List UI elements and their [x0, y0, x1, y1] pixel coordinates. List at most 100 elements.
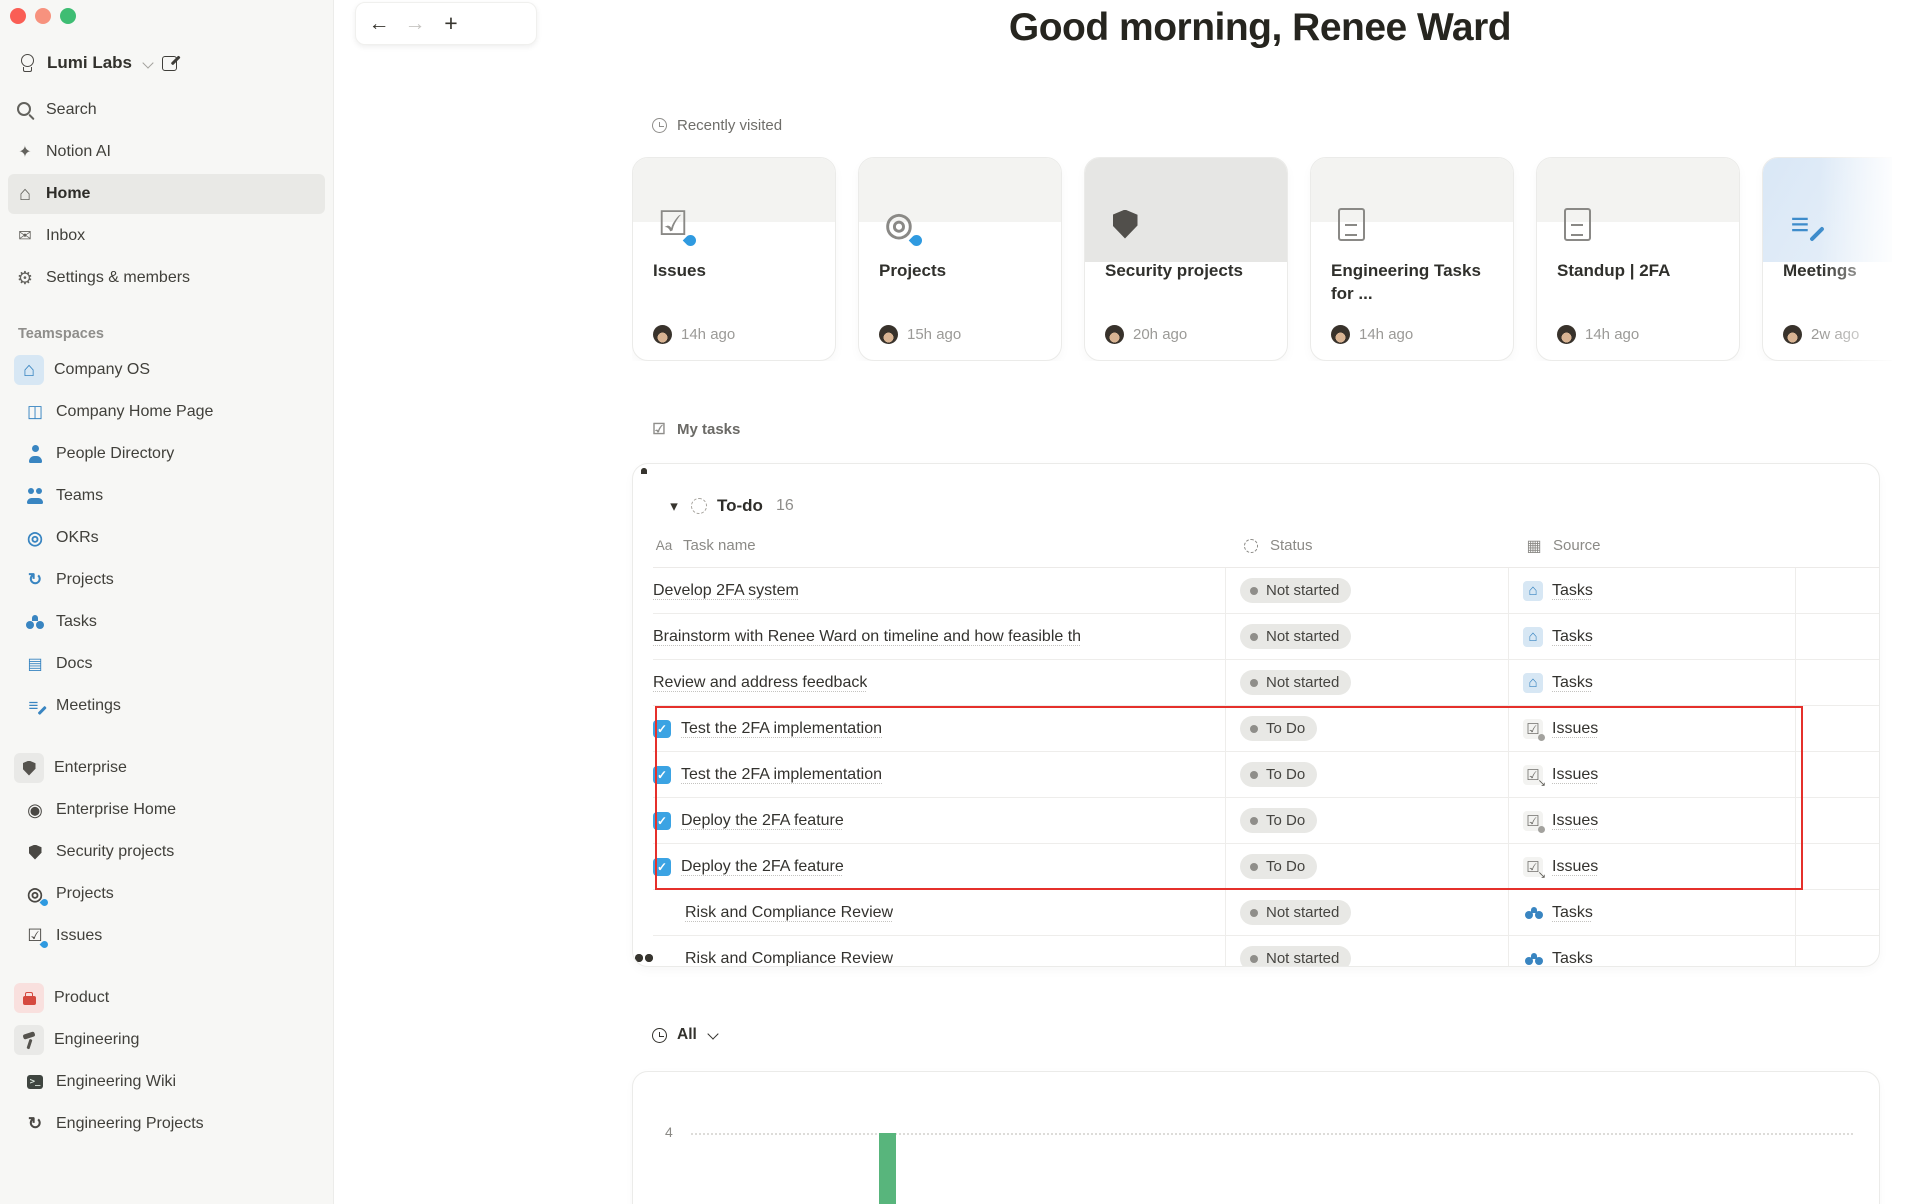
close-window-button[interactable]: [10, 8, 26, 24]
task-name-link[interactable]: Deploy the 2FA feature: [681, 858, 844, 876]
task-row[interactable]: Develop 2FA system Not started Tasks: [653, 568, 1879, 614]
plus-icon[interactable]: [440, 13, 462, 35]
book-icon: [24, 401, 46, 423]
todo-group-header[interactable]: To-do 16: [667, 488, 1879, 524]
recent-page-card[interactable]: Meetings 2w ago: [1762, 157, 1892, 361]
task-row[interactable]: Test the 2FA implementation To Do Issues: [653, 752, 1879, 798]
recent-page-card[interactable]: Security projects 20h ago: [1084, 157, 1288, 361]
my-tasks-widget: To-do 16 Task name Status Source: [632, 463, 1880, 967]
back-arrow-icon[interactable]: [368, 13, 390, 35]
source-link[interactable]: Tasks: [1523, 903, 1593, 923]
forward-arrow-icon[interactable]: [404, 13, 426, 35]
source-link[interactable]: Issues: [1523, 718, 1598, 741]
status-badge[interactable]: Not started: [1240, 946, 1352, 966]
task-row[interactable]: Review and address feedback Not started …: [653, 660, 1879, 706]
checked-checkbox-icon[interactable]: [653, 857, 671, 876]
source-link[interactable]: Issues: [1523, 764, 1598, 789]
task-row[interactable]: Deploy the 2FA feature To Do Issues: [653, 798, 1879, 844]
status-badge[interactable]: To Do: [1240, 716, 1318, 741]
source-link[interactable]: Tasks: [1523, 949, 1593, 967]
task-name-link[interactable]: Risk and Compliance Review: [685, 950, 893, 967]
sidebar-teamspace-item[interactable]: Engineering Wiki: [8, 1062, 325, 1102]
table-icon: [1523, 535, 1545, 557]
teamspaces-heading: Teamspaces: [18, 326, 104, 342]
checkbox-dot-icon: [1523, 718, 1545, 741]
task-name-link[interactable]: Test the 2FA implementation: [681, 720, 882, 738]
chart-filter[interactable]: All: [650, 1026, 720, 1044]
source-link[interactable]: Issues: [1523, 856, 1598, 881]
status-badge[interactable]: Not started: [1240, 670, 1352, 695]
status-badge[interactable]: Not started: [1240, 900, 1352, 925]
status-badge[interactable]: To Do: [1240, 762, 1318, 787]
sidebar-teamspace-item[interactable]: Projects: [8, 560, 325, 600]
home-icon: [18, 359, 40, 381]
source-link[interactable]: Tasks: [1523, 626, 1593, 647]
source-link[interactable]: Tasks: [1523, 672, 1593, 693]
checked-checkbox-icon[interactable]: [653, 811, 671, 830]
sidebar-teamspace-item[interactable]: Company Home Page: [8, 392, 325, 432]
workspace-switcher[interactable]: Lumi Labs: [10, 46, 323, 80]
recent-page-card[interactable]: Issues 14h ago: [632, 157, 836, 361]
sidebar-teamspace-item[interactable]: Engineering Projects: [8, 1104, 325, 1144]
sidebar-teamspace-item[interactable]: Issues: [8, 916, 325, 956]
sidebar-teamspace-item[interactable]: Teams: [8, 476, 325, 516]
task-name-link[interactable]: Brainstorm with Renee Ward on timeline a…: [653, 628, 1081, 646]
sidebar-menu-item[interactable]: Settings & members: [8, 258, 325, 298]
sidebar-menu-item[interactable]: Search: [8, 90, 325, 130]
task-name-link[interactable]: Review and address feedback: [653, 674, 867, 692]
status-badge[interactable]: Not started: [1240, 578, 1352, 603]
column-source[interactable]: Source: [1509, 524, 1796, 567]
sidebar-teamspace-item[interactable]: Enterprise: [8, 748, 325, 788]
sidebar-teamspace-item[interactable]: Company OS: [8, 350, 325, 390]
binoculars-icon: [653, 902, 675, 924]
sidebar-teamspace-item[interactable]: Enterprise Home: [8, 790, 325, 830]
status-badge[interactable]: Not started: [1240, 624, 1352, 649]
status-badge[interactable]: To Do: [1240, 854, 1318, 879]
sidebar-menu-item[interactable]: Notion AI: [8, 132, 325, 172]
main-content: Good morning, Renee Ward Recently visite…: [334, 0, 1920, 1204]
source-link[interactable]: Tasks: [1523, 580, 1593, 601]
collapse-triangle-icon[interactable]: [667, 499, 681, 513]
compose-icon[interactable]: [158, 52, 180, 74]
text-type-icon: [653, 535, 675, 557]
task-row[interactable]: Risk and Compliance Review Not started T…: [653, 936, 1879, 967]
sidebar-teamspace-item[interactable]: Engineering: [8, 1020, 325, 1060]
sidebar-teamspace-item[interactable]: Docs: [8, 644, 325, 684]
checked-checkbox-icon[interactable]: [653, 719, 671, 738]
task-row[interactable]: Deploy the 2FA feature To Do Issues: [653, 844, 1879, 890]
zoom-window-button[interactable]: [60, 8, 76, 24]
column-status[interactable]: Status: [1226, 524, 1509, 567]
sidebar-menu-item[interactable]: Inbox: [8, 216, 325, 256]
task-row[interactable]: Risk and Compliance Review Not started T…: [653, 890, 1879, 936]
sidebar-teamspace-item[interactable]: OKRs: [8, 518, 325, 558]
source-link[interactable]: Issues: [1523, 810, 1598, 833]
task-row[interactable]: Brainstorm with Renee Ward on timeline a…: [653, 614, 1879, 660]
shield-icon: [18, 757, 40, 779]
sidebar-teamspace-item[interactable]: Product: [8, 978, 325, 1018]
sidebar-teamspace-item[interactable]: Tasks: [8, 602, 325, 642]
lightbulb-icon: [16, 52, 38, 74]
task-name-link[interactable]: Deploy the 2FA feature: [681, 812, 844, 830]
sparkles-icon: [14, 141, 36, 163]
task-name-link[interactable]: Test the 2FA implementation: [681, 766, 882, 784]
workspace-name: Lumi Labs: [47, 53, 133, 72]
recent-page-card[interactable]: Projects 15h ago: [858, 157, 1062, 361]
sidebar-teamspace-item[interactable]: Security projects: [8, 832, 325, 872]
column-task-name[interactable]: Task name: [653, 524, 1226, 567]
sidebar-menu-item[interactable]: Home: [8, 174, 325, 214]
recent-page-card[interactable]: Standup | 2FA 14h ago: [1536, 157, 1740, 361]
task-name-link[interactable]: Risk and Compliance Review: [685, 904, 893, 922]
checked-checkbox-icon[interactable]: [653, 765, 671, 784]
status-badge[interactable]: To Do: [1240, 808, 1318, 833]
binoculars-icon: [1523, 949, 1543, 967]
meetings-icon: [1783, 202, 1823, 246]
tasks-chart: 4: [632, 1071, 1880, 1204]
recent-page-card[interactable]: Engineering Tasks for ... 14h ago: [1310, 157, 1514, 361]
sidebar: Lumi Labs Search Notion AI Home: [0, 0, 334, 1204]
minimize-window-button[interactable]: [35, 8, 51, 24]
task-name-link[interactable]: Develop 2FA system: [653, 582, 799, 600]
sidebar-teamspace-item[interactable]: Projects: [8, 874, 325, 914]
task-row[interactable]: Test the 2FA implementation To Do Issues: [653, 706, 1879, 752]
sidebar-teamspace-item[interactable]: People Directory: [8, 434, 325, 474]
sidebar-teamspace-item[interactable]: Meetings: [8, 686, 325, 726]
